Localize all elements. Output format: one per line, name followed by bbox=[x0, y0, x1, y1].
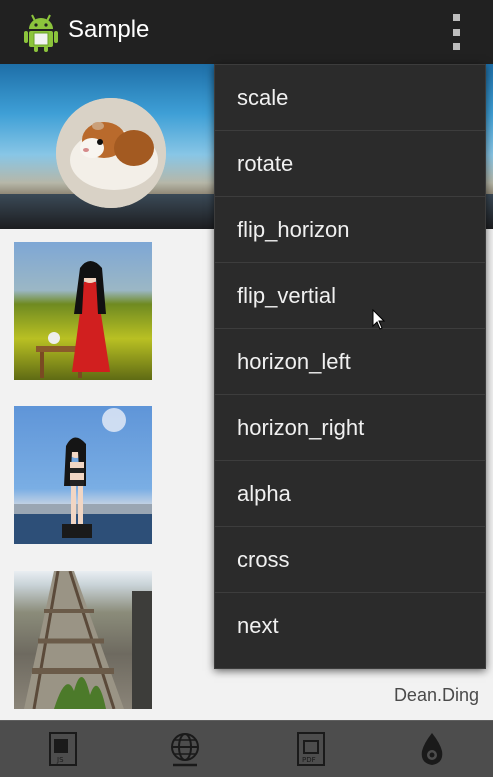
menu-item-alpha[interactable]: alpha bbox=[215, 461, 485, 527]
menu-item-cross[interactable]: cross bbox=[215, 527, 485, 593]
railway-tracks-photo[interactable] bbox=[14, 571, 152, 709]
overflow-dot bbox=[452, 43, 460, 50]
figure-swimsuit-photo[interactable] bbox=[14, 406, 152, 544]
svg-text:JS: JS bbox=[56, 756, 64, 764]
overflow-dot bbox=[452, 28, 460, 36]
android-robot-icon[interactable] bbox=[22, 12, 60, 52]
js-file-icon[interactable]: JS bbox=[44, 729, 84, 769]
menu-item-flip-horizon[interactable]: flip_horizon bbox=[215, 197, 485, 263]
menu-item-next[interactable]: next bbox=[215, 593, 485, 659]
flame-logo-icon[interactable] bbox=[412, 729, 452, 769]
action-bar: Sample bbox=[0, 0, 493, 65]
thumbnail-image bbox=[24, 571, 152, 709]
menu-item-horizon-right[interactable]: horizon_right bbox=[215, 395, 485, 461]
menu-item-scale[interactable]: scale bbox=[215, 65, 485, 131]
pdf-file-icon[interactable]: PDF bbox=[292, 729, 332, 769]
hamster-image bbox=[56, 98, 166, 208]
menu-item-flip-vertial[interactable]: flip_vertial bbox=[215, 263, 485, 329]
svg-text:PDF: PDF bbox=[302, 756, 316, 764]
globe-icon[interactable] bbox=[165, 729, 205, 769]
app-title: Sample bbox=[68, 16, 150, 43]
signature-text: Dean.Ding bbox=[393, 685, 479, 705]
avatar[interactable] bbox=[56, 98, 166, 208]
overflow-menu-icon[interactable] bbox=[446, 14, 466, 50]
bottom-bar: JS PDF bbox=[0, 720, 493, 777]
menu-item-rotate[interactable]: rotate bbox=[215, 131, 485, 197]
mouse-cursor-icon bbox=[372, 309, 386, 330]
overflow-popup-menu: scale rotate flip_horizon flip_vertial horiz… bbox=[214, 64, 486, 669]
menu-item-horizon-left[interactable]: horizon_left bbox=[215, 329, 485, 395]
overflow-dot bbox=[452, 14, 460, 21]
figure-red-dress-photo[interactable] bbox=[14, 242, 152, 380]
thumbnail-image bbox=[14, 408, 152, 544]
thumbnail-image bbox=[36, 261, 110, 378]
